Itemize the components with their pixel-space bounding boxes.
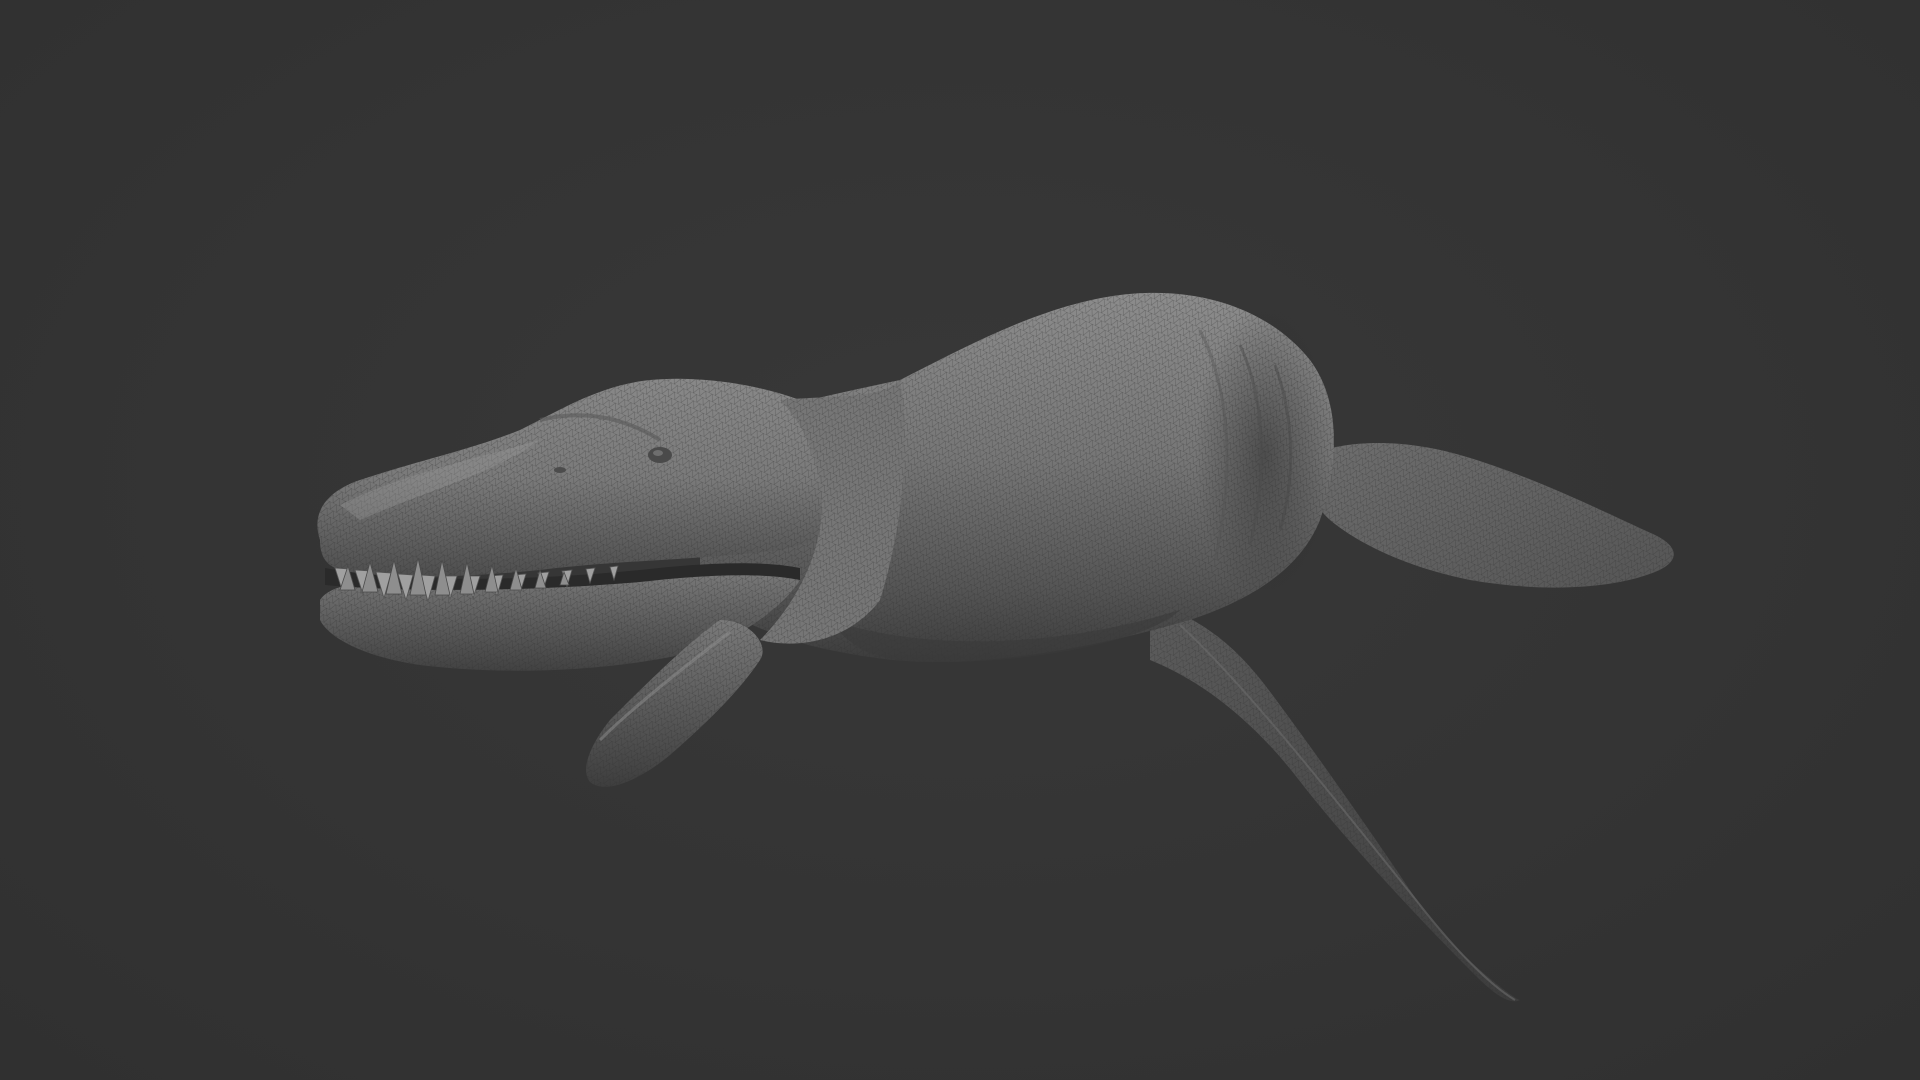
long-front-flipper bbox=[1150, 600, 1520, 1002]
rear-flipper bbox=[1306, 442, 1674, 588]
3d-viewport[interactable] bbox=[0, 0, 1920, 1080]
sculpt-model-render bbox=[317, 292, 1674, 1002]
